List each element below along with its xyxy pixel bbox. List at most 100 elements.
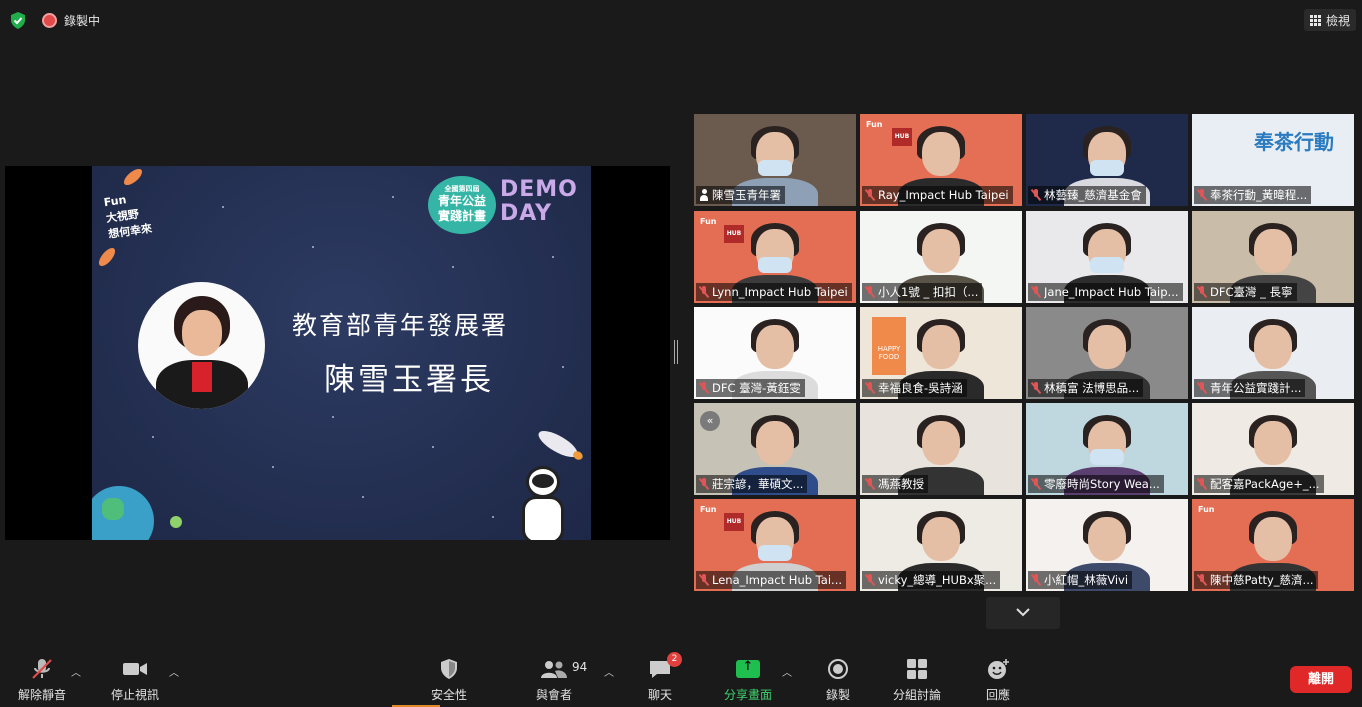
participant-name-bar: 配客嘉PackAge+_... <box>1194 475 1324 493</box>
participant-head <box>922 421 960 465</box>
chat-bubble-icon: 2 <box>648 652 682 682</box>
participant-name: 幸福良食-吳詩涵 <box>878 381 963 395</box>
participant-name: 陳雪玉青年署 <box>712 188 781 202</box>
share-screen-button[interactable]: 分享畫面 <box>724 656 772 703</box>
participant-tile[interactable]: HAPPY FOOD 幸福良食-吳詩涵 <box>860 307 1022 399</box>
participant-name-bar: DFC臺灣 _ 長寧 <box>1194 283 1297 301</box>
participant-name: 林稹富 法博思品... <box>1044 381 1140 395</box>
participant-name: 馮燕教授 <box>878 477 924 491</box>
reactions-button[interactable]: 回應 <box>986 656 1010 703</box>
participant-tile[interactable]: 奉茶行動 奉茶行動_黃暐程... <box>1192 114 1354 206</box>
security-button[interactable]: 安全性 <box>431 656 467 703</box>
participant-tile[interactable]: 馮燕教授 <box>860 403 1022 495</box>
badge-line1: 全國第四屆 <box>444 185 480 193</box>
participant-name: 林藝臻_慈濟基金會 <box>1044 188 1142 202</box>
mic-off-icon <box>699 382 709 394</box>
audio-options-caret-icon[interactable]: ︿ <box>71 664 81 679</box>
security-shield-icon[interactable] <box>10 12 26 29</box>
program-badge: 全國第四屆 青年公益 實踐計畫 <box>428 176 496 234</box>
participant-tile[interactable]: 小紅帽_林薇Vivi <box>1026 499 1188 591</box>
participant-name-bar: 青年公益實踐計... <box>1194 379 1306 397</box>
participant-tile[interactable]: DFC 臺灣-黃鈺雯 <box>694 307 856 399</box>
mic-off-icon <box>1031 478 1041 490</box>
participant-name-bar: 零廢時尚Story Wea... <box>1028 475 1164 493</box>
fun-logo-mini: Fun <box>866 120 883 129</box>
badge-line2: 青年公益 <box>437 194 486 208</box>
participant-head <box>756 421 794 465</box>
slide-title: 教育部青年發展署 <box>292 311 509 340</box>
chat-unread-badge: 2 <box>667 652 682 667</box>
participants-label: 與會者 <box>536 688 573 702</box>
participant-tile[interactable]: « 莊宗諺，華碩文... <box>694 403 856 495</box>
participant-tile[interactable]: 零廢時尚Story Wea... <box>1026 403 1188 495</box>
participants-options-caret-icon[interactable]: ︿ <box>604 664 614 679</box>
meeting-toolbar: 解除靜音 ︿ 停止視訊 ︿ 安全性 與會者 94 ︿ 2 聊天 分享畫面 ︿ <box>0 650 1362 707</box>
participant-name: 青年公益實踐計... <box>1210 381 1302 395</box>
stop-video-button[interactable]: 停止視訊 <box>111 656 159 703</box>
people-icon <box>540 656 568 682</box>
participant-tile[interactable]: 林藝臻_慈濟基金會 <box>1026 114 1188 206</box>
impact-hub-logo: HUB <box>724 513 744 531</box>
participant-name: DFC臺灣 _ 長寧 <box>1210 285 1293 299</box>
participant-name: 零廢時尚Story Wea... <box>1044 477 1160 491</box>
video-options-caret-icon[interactable]: ︿ <box>169 664 179 679</box>
participant-tile[interactable]: DFC臺灣 _ 長寧 <box>1192 211 1354 303</box>
participant-tile[interactable]: 陳雪玉青年署 <box>694 114 856 206</box>
participant-tile[interactable]: vicky_總導_HUBx聚... <box>860 499 1022 591</box>
chat-button[interactable]: 2 聊天 <box>648 652 682 703</box>
demo-line2: DAY <box>500 201 553 226</box>
gallery-previous-page-icon[interactable]: « <box>700 411 720 431</box>
smiley-icon <box>986 656 1010 682</box>
mic-off-icon <box>1031 286 1041 298</box>
participants-button[interactable]: 與會者 <box>536 656 572 703</box>
participant-tile[interactable]: 林稹富 法博思品... <box>1026 307 1188 399</box>
participant-name: 奉茶行動_黃暐程... <box>1210 188 1308 202</box>
fun-logo-mini: Fun <box>700 217 717 226</box>
record-button[interactable]: 錄製 <box>826 656 850 703</box>
fun-logo-mini: Fun <box>1198 505 1215 514</box>
participant-name-bar: Jane_Impact Hub Taip... <box>1028 283 1183 301</box>
participant-tile[interactable]: Jane_Impact Hub Taip... <box>1026 211 1188 303</box>
participant-name-bar: Ray_Impact Hub Taipei <box>862 186 1013 204</box>
mic-off-icon <box>1031 189 1041 201</box>
breakout-rooms-button[interactable]: 分組討論 <box>893 656 941 703</box>
unmute-button[interactable]: 解除靜音 <box>18 656 66 703</box>
participant-head <box>756 325 794 369</box>
participant-tile[interactable]: 青年公益實踐計... <box>1192 307 1354 399</box>
shared-screen-area[interactable]: Fun 大視野 想何幸來 全國第四屆 青年公益 實踐計畫 DEMO DAY 教育… <box>5 166 670 540</box>
leave-meeting-button[interactable]: 離開 <box>1290 666 1352 693</box>
participant-tile[interactable]: HUB Fun Lena_Impact Hub Tai... <box>694 499 856 591</box>
speaker-portrait <box>138 282 265 409</box>
unmute-label: 解除靜音 <box>18 688 67 702</box>
view-button-label: 檢視 <box>1325 13 1350 28</box>
face-mask <box>1090 257 1124 273</box>
gallery-next-page-button[interactable] <box>986 597 1060 629</box>
share-options-caret-icon[interactable]: ︿ <box>782 664 792 679</box>
panel-resize-handle[interactable] <box>674 340 678 364</box>
participant-name: Ray_Impact Hub Taipei <box>878 188 1009 202</box>
planet-illustration <box>170 516 182 528</box>
participant-tile[interactable]: HUB Fun Ray_Impact Hub Taipei <box>860 114 1022 206</box>
view-button[interactable]: 檢視 <box>1303 9 1356 31</box>
participant-head <box>1254 325 1292 369</box>
participant-tile[interactable]: 配客嘉PackAge+_... <box>1192 403 1354 495</box>
participant-tile[interactable]: 小人1號 _ 扣扣（... <box>860 211 1022 303</box>
mic-off-icon <box>1197 478 1207 490</box>
mic-off-icon <box>1031 574 1041 586</box>
participant-head <box>922 229 960 273</box>
participant-tile[interactable]: HUB Fun Lynn_Impact Hub Taipei <box>694 211 856 303</box>
participant-head <box>1254 229 1292 273</box>
share-screen-icon <box>736 656 760 682</box>
demo-day-logo: DEMO DAY <box>500 178 578 226</box>
meeting-top-bar: 錄製中 檢視 <box>0 0 1362 40</box>
fun-logo: Fun 大視野 想何幸來 <box>103 189 153 243</box>
participant-name: 小紅帽_林薇Vivi <box>1044 573 1129 587</box>
mic-off-icon <box>865 189 875 201</box>
participant-name-bar: 馮燕教授 <box>862 475 928 493</box>
record-label: 錄製 <box>826 688 851 702</box>
participant-tile[interactable]: Fun 陳中慈Patty_慈濟... <box>1192 499 1354 591</box>
slide-speaker-name: 陳雪玉署長 <box>324 362 494 398</box>
participant-head <box>922 325 960 369</box>
grid-view-icon <box>1309 14 1321 26</box>
chevron-down-icon <box>1016 608 1030 617</box>
